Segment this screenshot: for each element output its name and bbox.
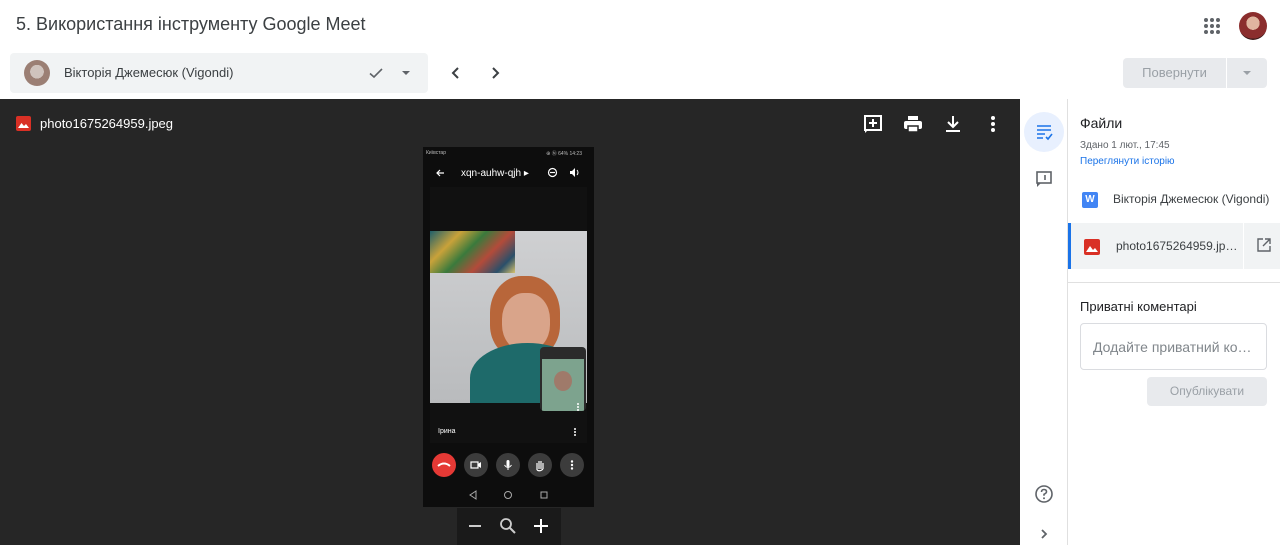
pip-face xyxy=(554,371,572,391)
self-view-pip xyxy=(540,347,586,411)
more-vert-icon xyxy=(560,453,584,477)
call-controls xyxy=(423,447,594,507)
post-comment-button[interactable]: Опублікувати xyxy=(1147,377,1267,406)
zoom-in-icon[interactable] xyxy=(531,516,551,536)
side-rail xyxy=(1020,99,1068,545)
top-bar: 5. Використання інструменту Google Meet xyxy=(0,0,1280,52)
more-vert-icon xyxy=(577,403,579,411)
private-comment-input[interactable]: Додайте приватний коментар xyxy=(1080,323,1267,370)
hangup-icon xyxy=(432,453,456,477)
chevron-down-icon xyxy=(1243,71,1251,75)
comment-icon xyxy=(1036,171,1052,187)
more-vert-icon xyxy=(574,428,576,436)
open-in-new-icon[interactable] xyxy=(1243,223,1280,269)
student-avatar xyxy=(24,60,50,86)
viewer-file-name: photo1675264959.jpeg xyxy=(40,116,174,131)
image-file-icon xyxy=(16,116,31,131)
android-recents-icon xyxy=(540,491,548,499)
student-name: Вікторія Джемесюк (Vigondi) xyxy=(64,65,234,80)
chevron-right-icon xyxy=(1041,529,1048,539)
preview-image: Київстар ⊕ Ⓝ 64% 14:23 xqn-auhw-qjh ▸ Ір… xyxy=(423,147,594,507)
view-history-link[interactable]: Переглянути історію xyxy=(1080,156,1175,167)
wall-painting xyxy=(430,231,515,273)
android-back-icon xyxy=(469,490,477,500)
assignment-icon xyxy=(1037,125,1053,141)
divider xyxy=(1068,282,1280,283)
status-right: ⊕ Ⓝ 64% 14:23 xyxy=(546,151,582,157)
return-button[interactable]: Повернути xyxy=(1123,58,1226,88)
private-comments-title: Приватні коментарі xyxy=(1080,299,1197,314)
expand-panel-button[interactable] xyxy=(1024,514,1064,554)
chevron-down-icon[interactable] xyxy=(396,63,416,83)
android-home-icon xyxy=(504,491,512,499)
microphone-icon xyxy=(496,453,520,477)
file-label: Вікторія Джемесюк (Vigondi) xyxy=(1113,192,1270,206)
print-icon[interactable] xyxy=(901,112,925,136)
check-icon xyxy=(366,63,386,83)
speaker-icon xyxy=(570,168,579,177)
help-icon xyxy=(1035,485,1053,503)
switch-camera-icon xyxy=(547,167,558,178)
file-viewer: photo1675264959.jpeg Київстар ⊕ Ⓝ 64% 14… xyxy=(0,99,1020,545)
next-student-button[interactable] xyxy=(483,61,507,85)
download-icon[interactable] xyxy=(941,112,965,136)
panel-title: Файли xyxy=(1080,115,1123,131)
zoom-out-icon[interactable] xyxy=(465,516,485,536)
participant-name: Ірина xyxy=(438,428,456,435)
page-title: 5. Використання інструменту Google Meet xyxy=(16,14,366,34)
back-arrow-icon xyxy=(436,169,444,177)
files-tab-button[interactable] xyxy=(1024,112,1064,152)
chevron-left-icon xyxy=(451,67,459,79)
chevron-right-icon xyxy=(492,67,500,79)
file-item-doc[interactable]: W Вікторія Джемесюк (Vigondi) xyxy=(1068,176,1280,222)
comments-tab-button[interactable] xyxy=(1024,159,1064,199)
file-label: photo1675264959.jpeg xyxy=(1116,239,1238,253)
apps-grid-icon[interactable] xyxy=(1200,14,1224,38)
files-panel: Файли Здано 1 лют., 17:45 Переглянути іс… xyxy=(1068,99,1280,545)
word-doc-icon: W xyxy=(1082,192,1098,208)
image-file-icon xyxy=(1084,239,1100,255)
call-code: xqn-auhw-qjh ▸ xyxy=(461,168,529,179)
video-area: Ірина xyxy=(430,187,587,443)
file-item-image[interactable]: photo1675264959.jpeg xyxy=(1068,223,1280,269)
return-options-button[interactable] xyxy=(1227,58,1267,88)
call-header: xqn-auhw-qjh ▸ xyxy=(423,161,594,185)
previous-student-button[interactable] xyxy=(444,61,468,85)
phone-status-bar: Київстар ⊕ Ⓝ 64% 14:23 xyxy=(423,147,594,159)
student-selector[interactable]: Вікторія Джемесюк (Vigondi) xyxy=(10,53,428,93)
avatar[interactable] xyxy=(1239,12,1267,40)
zoom-reset-icon[interactable] xyxy=(498,516,518,536)
more-vert-icon[interactable] xyxy=(981,112,1005,136)
zoom-controls xyxy=(457,508,561,545)
submitted-status: Здано 1 лют., 17:45 xyxy=(1080,140,1170,151)
add-comment-icon[interactable] xyxy=(861,112,885,136)
help-button[interactable] xyxy=(1024,474,1064,514)
raise-hand-icon xyxy=(528,453,552,477)
status-left: Київстар xyxy=(426,150,446,156)
camera-icon xyxy=(464,453,488,477)
